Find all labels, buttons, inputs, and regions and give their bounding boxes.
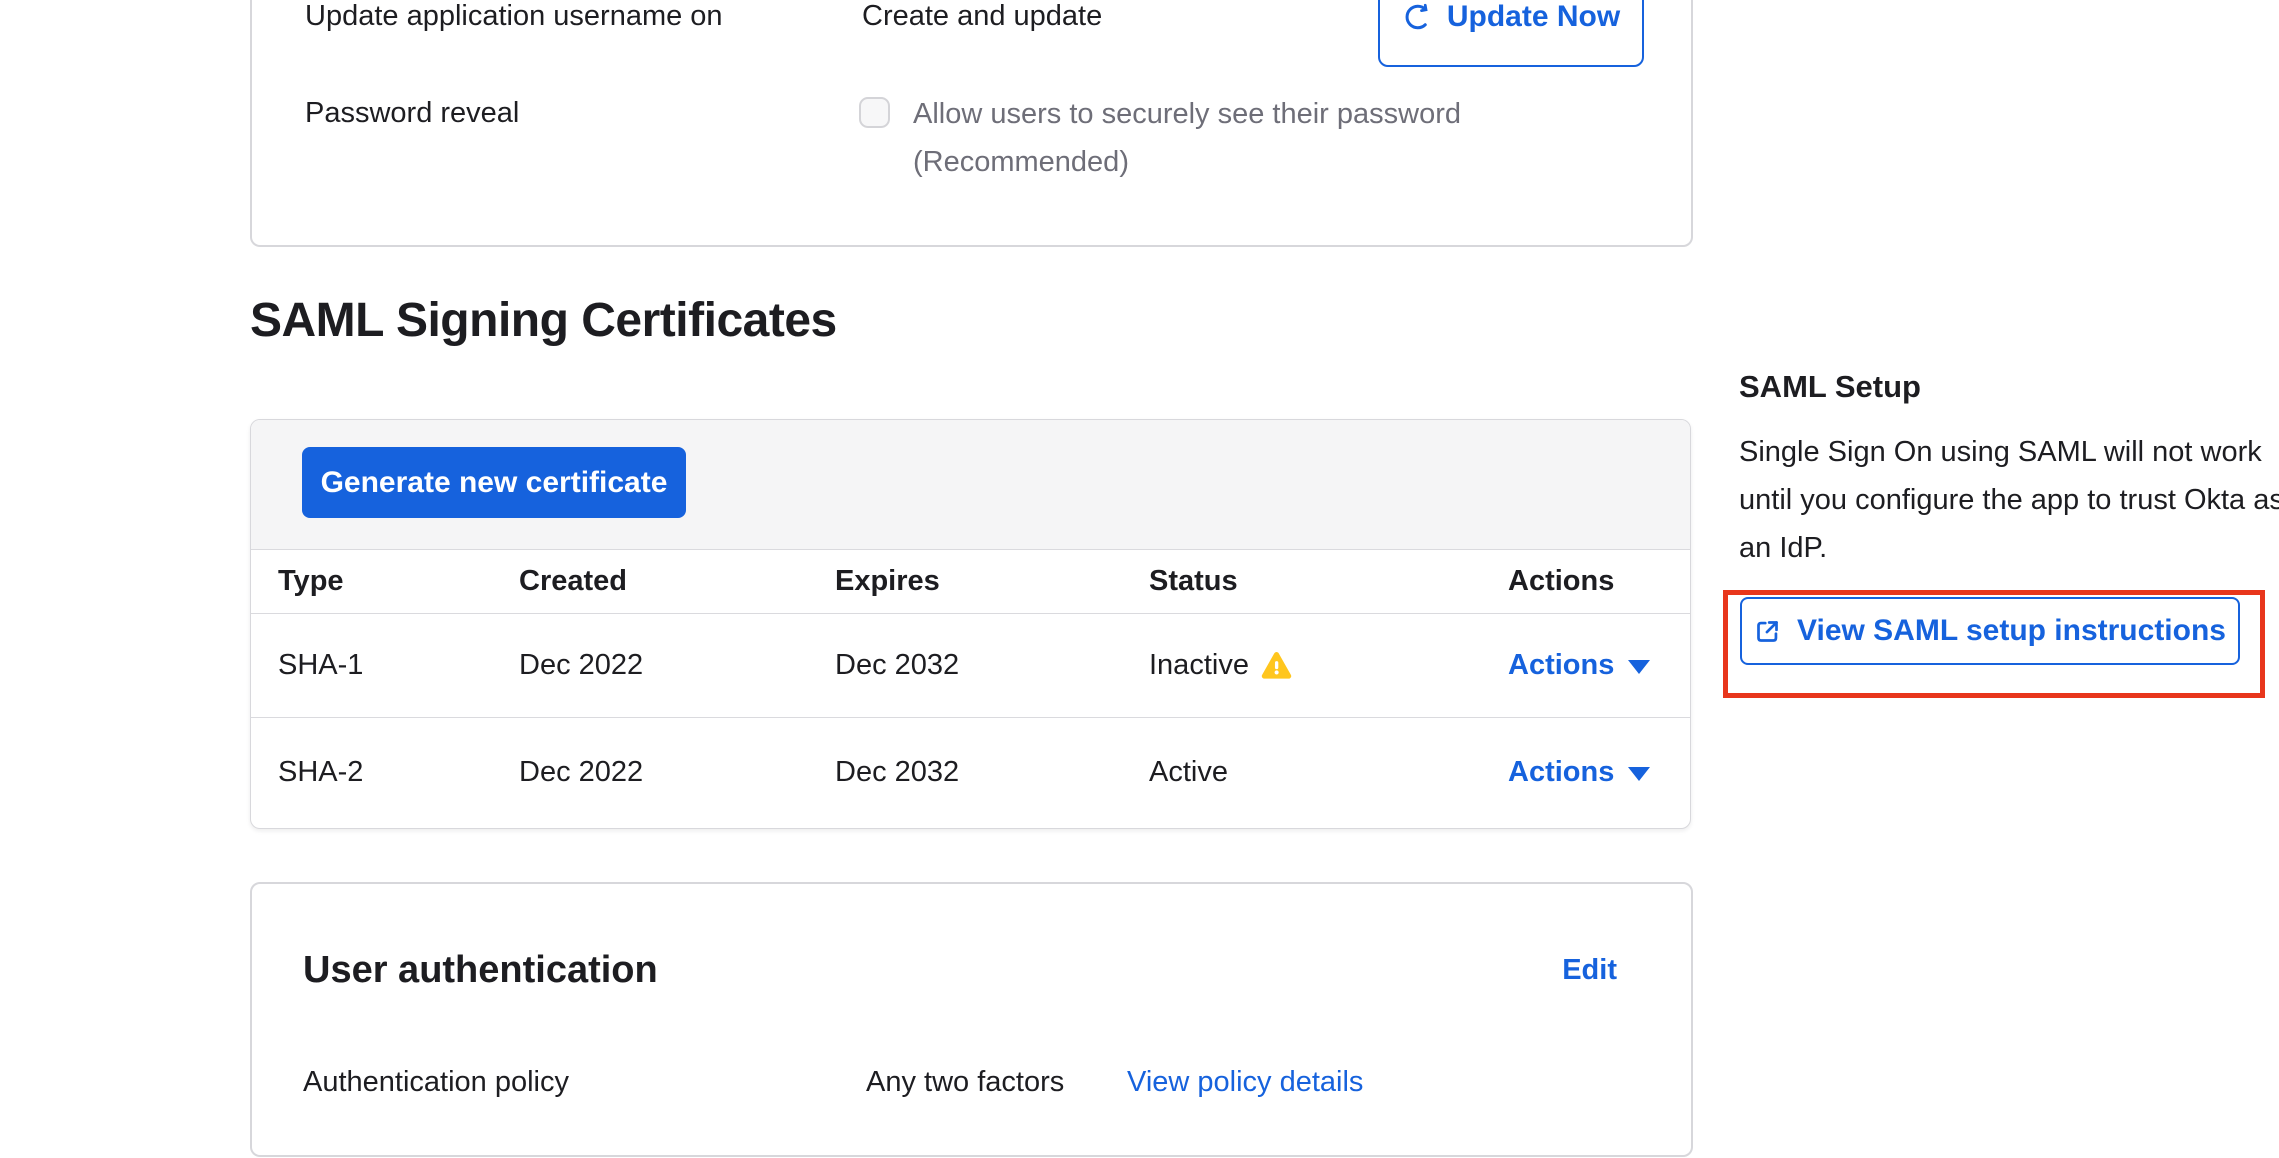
password-reveal-description: Allow users to securely see their passwo… <box>913 90 1553 186</box>
cert-actions-dropdown[interactable]: Actions <box>1508 756 1650 788</box>
view-saml-setup-label: View SAML setup instructions <box>1797 614 2226 648</box>
cert-created: Dec 2022 <box>519 756 643 788</box>
external-link-icon <box>1754 618 1781 645</box>
edit-link[interactable]: Edit <box>1562 954 1617 986</box>
cert-created: Dec 2022 <box>519 649 643 681</box>
refresh-icon <box>1402 2 1432 32</box>
password-reveal-label: Password reveal <box>305 97 519 129</box>
sign-on-settings-card: Update application username on Create an… <box>250 0 1693 247</box>
cert-type: SHA-2 <box>278 756 363 788</box>
saml-setup-description: Single Sign On using SAML will not work … <box>1739 428 2279 572</box>
authentication-policy-value: Any two factors <box>866 1066 1064 1098</box>
status-text: Inactive <box>1149 649 1249 681</box>
column-header-expires: Expires <box>835 565 940 597</box>
user-authentication-card: User authentication Edit Authentication … <box>250 882 1693 1157</box>
chevron-down-icon <box>1628 660 1650 674</box>
row-divider <box>251 613 1690 614</box>
username-update-label: Update application username on <box>305 0 723 32</box>
cert-expires: Dec 2032 <box>835 756 959 788</box>
certificates-panel: Generate new certificate Type Created Ex… <box>250 419 1691 829</box>
column-header-actions: Actions <box>1508 565 1614 597</box>
chevron-down-icon <box>1628 767 1650 781</box>
cert-actions-dropdown[interactable]: Actions <box>1508 649 1650 681</box>
row-divider <box>251 717 1690 718</box>
cert-status: Active <box>1149 756 1228 788</box>
update-now-label: Update Now <box>1447 0 1620 34</box>
update-now-button[interactable]: Update Now <box>1378 0 1644 67</box>
cert-type: SHA-1 <box>278 649 363 681</box>
column-header-created: Created <box>519 565 627 597</box>
generate-certificate-button[interactable]: Generate new certificate <box>302 447 686 518</box>
column-header-type: Type <box>278 565 344 597</box>
view-saml-setup-instructions-button[interactable]: View SAML setup instructions <box>1740 597 2240 665</box>
cert-expires: Dec 2032 <box>835 649 959 681</box>
warning-triangle-icon[interactable] <box>1261 650 1292 681</box>
username-update-value: Create and update <box>862 0 1102 32</box>
cert-status: Inactive <box>1149 649 1292 681</box>
actions-label: Actions <box>1508 756 1614 788</box>
password-reveal-checkbox[interactable] <box>859 97 890 128</box>
view-policy-details-link[interactable]: View policy details <box>1127 1066 1363 1098</box>
saml-setup-title: SAML Setup <box>1739 368 1921 406</box>
actions-label: Actions <box>1508 649 1614 681</box>
page-title: SAML Signing Certificates <box>250 292 837 350</box>
column-header-status: Status <box>1149 565 1238 597</box>
user-authentication-title: User authentication <box>303 947 658 993</box>
authentication-policy-label: Authentication policy <box>303 1066 569 1098</box>
